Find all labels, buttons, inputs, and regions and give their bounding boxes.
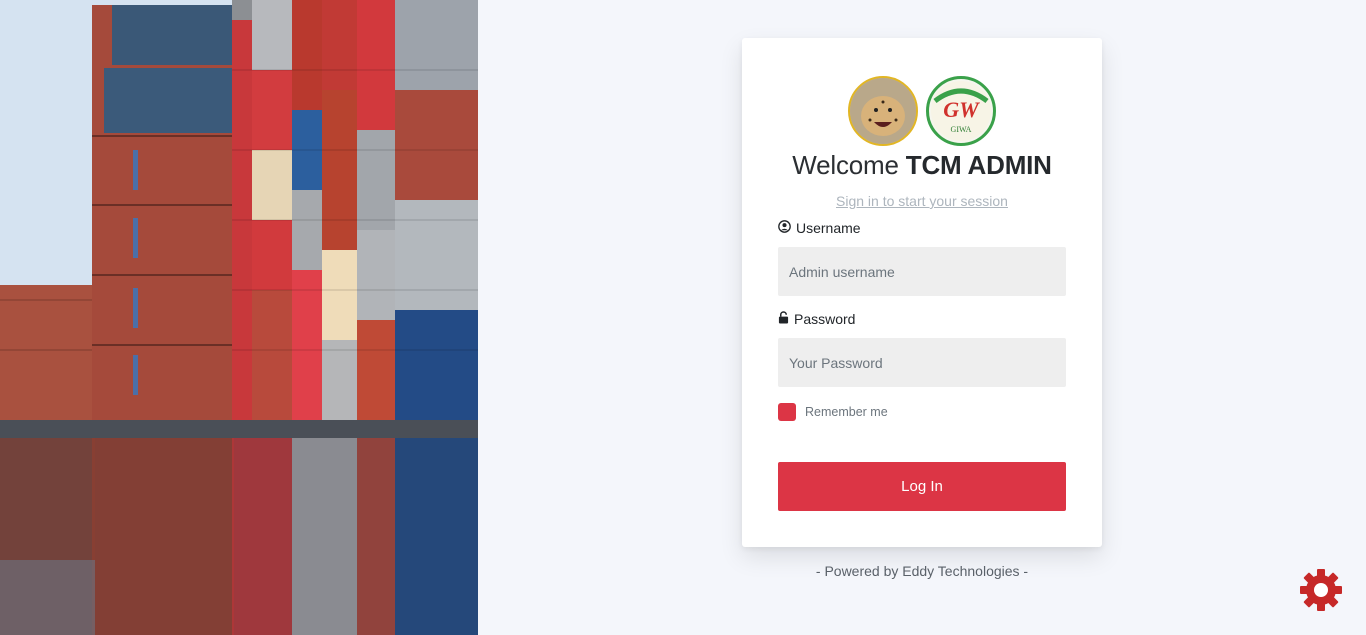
remember-me: Remember me bbox=[778, 403, 888, 421]
signin-subtitle-link[interactable]: Sign in to start your session bbox=[742, 193, 1102, 209]
gear-icon[interactable] bbox=[1299, 568, 1343, 612]
welcome-admin-name: TCM ADMIN bbox=[905, 150, 1052, 180]
username-input[interactable] bbox=[778, 247, 1066, 296]
password-label-text: Password bbox=[794, 311, 856, 327]
login-button[interactable]: Log In bbox=[778, 462, 1066, 511]
welcome-heading: Welcome TCM ADMIN bbox=[742, 150, 1102, 181]
username-label: Username bbox=[778, 220, 861, 236]
giwa-logo-mark: GW bbox=[943, 97, 980, 122]
giwa-logo-text: GIWA bbox=[951, 125, 972, 134]
username-label-text: Username bbox=[796, 220, 861, 236]
welcome-prefix: Welcome bbox=[792, 150, 899, 180]
login-card: GW GIWA Welcome TCM ADMIN Sign in to sta… bbox=[742, 38, 1102, 547]
remember-me-checkbox[interactable] bbox=[778, 403, 796, 421]
remember-me-label[interactable]: Remember me bbox=[805, 405, 888, 419]
brand-logos: GW GIWA bbox=[848, 76, 996, 146]
powered-by-footer: - Powered by Eddy Technologies - bbox=[815, 563, 1029, 579]
password-input[interactable] bbox=[778, 338, 1066, 387]
container-yard-image bbox=[0, 0, 478, 635]
password-label: Password bbox=[778, 311, 855, 327]
giwa-logo: GW GIWA bbox=[926, 76, 996, 146]
user-circle-icon bbox=[778, 220, 791, 236]
cheetah-logo bbox=[848, 76, 918, 146]
lock-icon bbox=[778, 311, 789, 327]
